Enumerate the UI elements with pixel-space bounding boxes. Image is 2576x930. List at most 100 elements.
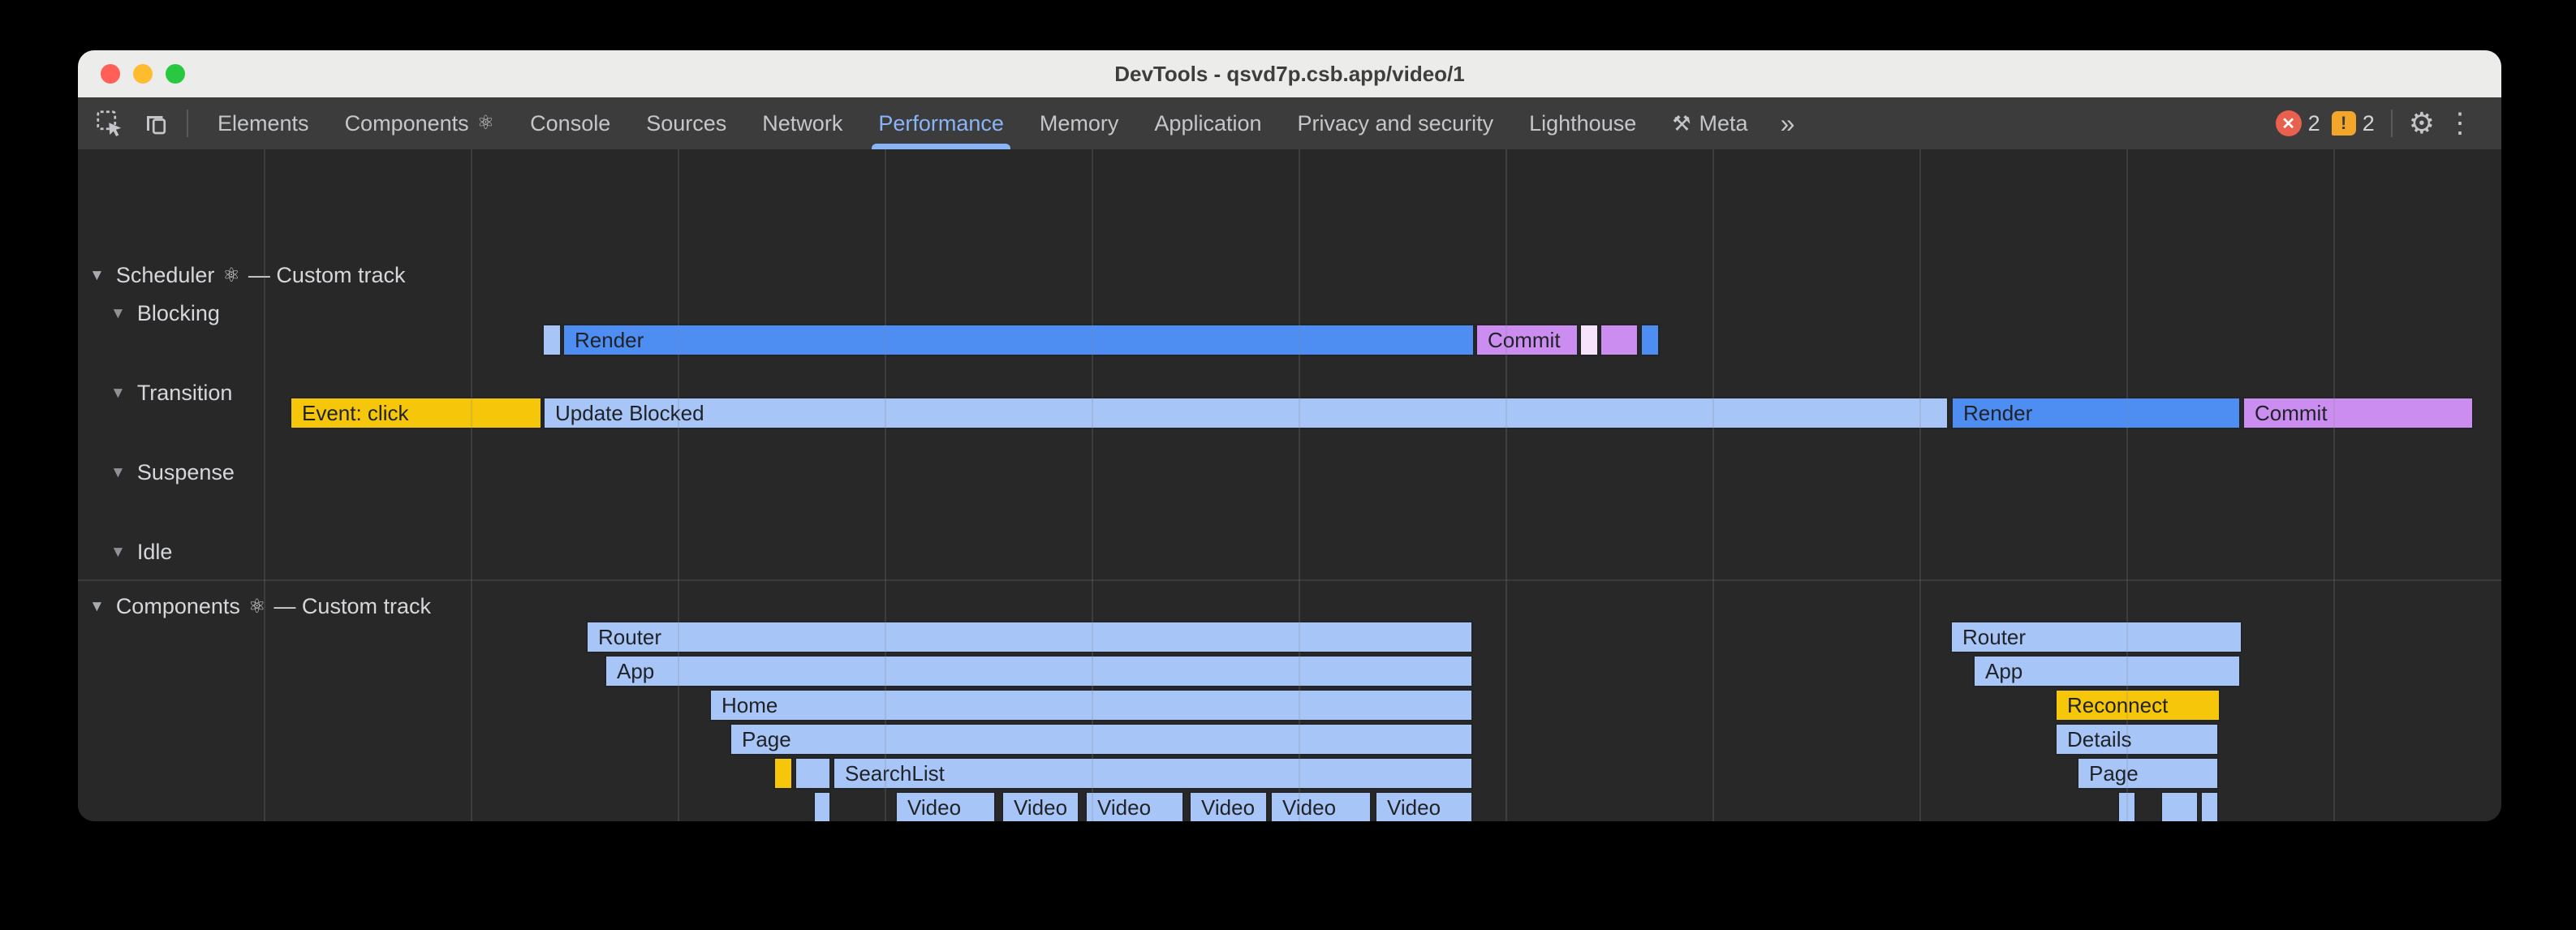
tab-label: Lighthouse <box>1529 111 1636 136</box>
performance-timeline[interactable]: ▼Scheduler⚛— Custom track▼Blocking▼Trans… <box>78 149 2501 821</box>
flame-bar[interactable] <box>2117 791 2136 821</box>
issues-icon: ! <box>2332 111 2356 136</box>
tab-label: Memory <box>1040 111 1119 136</box>
flame-bar[interactable] <box>2160 791 2199 821</box>
tab-privacy-and-security[interactable]: Privacy and security <box>1280 97 1512 149</box>
toolbar-divider <box>2391 110 2393 137</box>
lane-label-text: Idle <box>137 540 173 565</box>
tab-meta[interactable]: ⚒ Meta <box>1654 97 1765 149</box>
issues-count: 2 <box>2363 111 2375 136</box>
zoom-window-button[interactable] <box>166 64 185 84</box>
title-bar: DevTools - qsvd7p.csb.app/video/1 <box>78 50 2501 98</box>
flame-bar[interactable] <box>773 757 793 790</box>
tab-performance[interactable]: Performance <box>860 97 1022 149</box>
lane-idle[interactable]: ▼ Idle <box>110 540 172 565</box>
error-badge[interactable]: ✕ 2 <box>2276 110 2320 136</box>
close-window-button[interactable] <box>101 64 120 84</box>
error-icon: ✕ <box>2276 110 2302 136</box>
minimize-window-button[interactable] <box>133 64 153 84</box>
flame-bar-render[interactable]: Render <box>1951 397 2241 429</box>
timeline-gridline <box>2333 149 2335 821</box>
flame-bar-details[interactable]: Details <box>2055 723 2219 756</box>
flame-bar-app[interactable]: App <box>605 655 1473 687</box>
lane-label-text: Blocking <box>137 301 220 326</box>
flame-bar-video[interactable]: Video <box>1085 791 1184 821</box>
tab-network[interactable]: Network <box>744 97 860 149</box>
flame-bar-reconnect[interactable]: Reconnect <box>2055 689 2221 721</box>
tab-lighthouse[interactable]: Lighthouse <box>1511 97 1654 149</box>
device-toolbar-icon[interactable] <box>141 108 172 139</box>
collapse-triangle-icon[interactable]: ▼ <box>110 544 126 562</box>
toolbar-divider <box>187 110 188 137</box>
lane-label-text: Transition <box>137 381 233 406</box>
error-count: 2 <box>2308 111 2320 136</box>
timeline-gridline <box>1506 149 1507 821</box>
tab-label: Network <box>762 111 842 136</box>
settings-gear-icon[interactable]: ⚙ <box>2409 106 2435 140</box>
more-tabs-button[interactable]: » <box>1766 109 1810 139</box>
collapse-triangle-icon[interactable]: ▼ <box>110 305 126 323</box>
tab-label: Privacy and security <box>1298 111 1494 136</box>
react-atom-icon: ⚛ <box>248 597 266 617</box>
lane-suspense[interactable]: ▼ Suspense <box>110 460 235 485</box>
collapse-triangle-icon[interactable]: ▼ <box>89 267 105 285</box>
flame-bar-router[interactable]: Router <box>1950 621 2242 653</box>
flame-bar-video[interactable]: Video <box>895 791 996 821</box>
tab-label: Sources <box>646 111 726 136</box>
flame-bar-commit[interactable]: Commit <box>2242 397 2474 429</box>
tab-label: Meta <box>1699 111 1748 136</box>
tab-sources[interactable]: Sources <box>628 97 744 149</box>
tab-label: Performance <box>878 111 1004 136</box>
tab-label: Application <box>1154 111 1261 136</box>
tab-components[interactable]: Components⚛ <box>327 97 513 149</box>
flame-bar-page[interactable]: Page <box>2077 757 2219 790</box>
tab-application[interactable]: Application <box>1136 97 1279 149</box>
tab-elements[interactable]: Elements <box>200 97 327 149</box>
flame-bar-update-blocked[interactable]: Update Blocked <box>543 397 1949 429</box>
flame-bar[interactable] <box>1579 324 1599 356</box>
toolbar-right-cluster: ✕ 2 ! 2 ⚙ ⋮ <box>2276 106 2474 140</box>
flame-bar-video[interactable]: Video <box>1270 791 1372 821</box>
flame-bar-page[interactable]: Page <box>730 723 1473 756</box>
flame-bar-app[interactable]: App <box>1973 655 2241 687</box>
flame-bar[interactable] <box>1600 324 1639 356</box>
flame-bar[interactable] <box>1640 324 1660 356</box>
timeline-gridline <box>1919 149 1921 821</box>
flame-bar-home[interactable]: Home <box>709 689 1473 721</box>
timeline-gridline <box>471 149 472 821</box>
collapse-triangle-icon[interactable]: ▼ <box>110 385 126 403</box>
tab-label: Console <box>530 111 610 136</box>
kebab-menu-icon[interactable]: ⋮ <box>2446 107 2474 140</box>
tab-memory[interactable]: Memory <box>1022 97 1137 149</box>
track-header-scheduler[interactable]: ▼Scheduler⚛— Custom track <box>89 263 405 288</box>
flame-bar[interactable] <box>2200 791 2219 821</box>
tools-icon: ⚒ <box>1672 113 1691 134</box>
timeline-gridline <box>678 149 679 821</box>
flame-bar-router[interactable]: Router <box>586 621 1473 653</box>
collapse-triangle-icon[interactable]: ▼ <box>110 464 126 482</box>
track-header-components[interactable]: ▼Components⚛— Custom track <box>89 594 431 619</box>
collapse-triangle-icon[interactable]: ▼ <box>89 598 105 616</box>
flame-bar-video[interactable]: Video <box>1189 791 1268 821</box>
track-name: Components <box>116 594 240 619</box>
lane-transition[interactable]: ▼ Transition <box>110 381 232 406</box>
flame-bar-render[interactable]: Render <box>562 324 1475 356</box>
lane-blocking[interactable]: ▼ Blocking <box>110 301 220 326</box>
flame-bar-commit[interactable]: Commit <box>1475 324 1579 356</box>
devtools-window: DevTools - qsvd7p.csb.app/video/1 Elemen… <box>78 50 2501 821</box>
flame-bar[interactable] <box>813 791 831 821</box>
track-suffix: — Custom track <box>248 263 406 288</box>
tab-console[interactable]: Console <box>512 97 628 149</box>
inspect-element-icon[interactable] <box>94 108 125 139</box>
tab-label: Elements <box>218 111 309 136</box>
lane-label-text: Suspense <box>137 460 235 485</box>
window-title: DevTools - qsvd7p.csb.app/video/1 <box>78 62 2501 87</box>
flame-bar[interactable] <box>542 324 562 356</box>
flame-bar-video[interactable]: Video <box>1375 791 1473 821</box>
flame-bar-searchlist[interactable]: SearchList <box>833 757 1473 790</box>
flame-bar[interactable] <box>795 757 831 790</box>
flame-bar-video[interactable]: Video <box>1002 791 1079 821</box>
issues-badge[interactable]: ! 2 <box>2332 111 2375 136</box>
panel-tabs: Elements Components⚛ Console Sources Network… <box>200 97 1766 149</box>
flame-bar-event-click[interactable]: Event: click <box>290 397 542 429</box>
